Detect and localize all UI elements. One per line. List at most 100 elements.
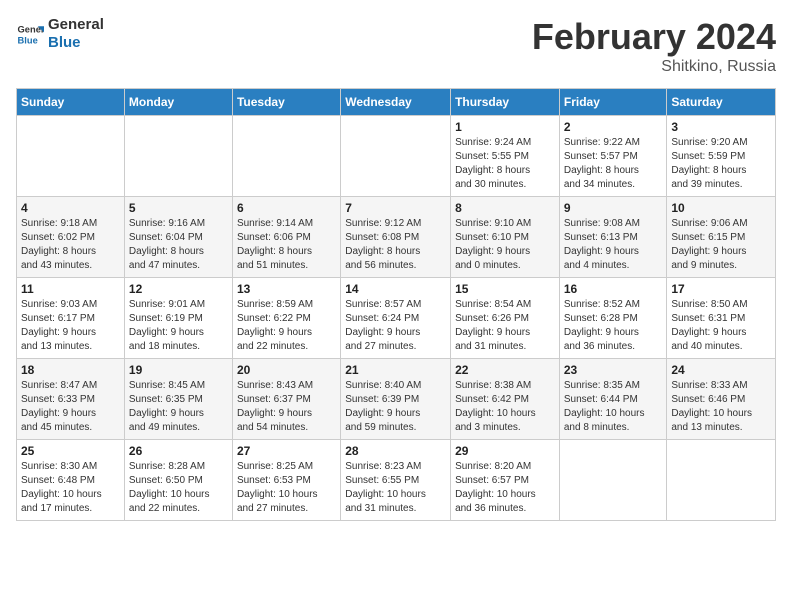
calendar-day-cell: 11 Sunrise: 9:03 AM Sunset: 6:17 PM Dayli… — [17, 278, 125, 359]
calendar-week-row: 18 Sunrise: 8:47 AM Sunset: 6:33 PM Dayli… — [17, 359, 776, 440]
empty-day-cell — [17, 116, 125, 197]
day-info: Sunrise: 8:33 AM Sunset: 6:46 PM Dayligh… — [671, 379, 771, 435]
day-number: 22 — [455, 363, 555, 377]
empty-day-cell — [124, 116, 232, 197]
day-number: 7 — [345, 201, 446, 215]
day-info: Sunrise: 8:35 AM Sunset: 6:44 PM Dayligh… — [564, 379, 663, 435]
day-number: 21 — [345, 363, 446, 377]
day-number: 6 — [237, 201, 336, 215]
calendar-day-cell: 26 Sunrise: 8:28 AM Sunset: 6:50 PM Dayli… — [124, 440, 232, 521]
month-year-title: February 2024 — [532, 16, 776, 58]
calendar-day-cell: 3 Sunrise: 9:20 AM Sunset: 5:59 PM Daylig… — [667, 116, 776, 197]
day-info: Sunrise: 9:18 AM Sunset: 6:02 PM Dayligh… — [21, 217, 120, 273]
day-number: 10 — [671, 201, 771, 215]
calendar-day-cell: 28Sunrise: 8:23 AM Sunset: 6:55 PM Dayli… — [341, 440, 451, 521]
day-number: 23 — [564, 363, 663, 377]
day-info: Sunrise: 8:45 AM Sunset: 6:35 PM Dayligh… — [129, 379, 228, 435]
day-number: 25 — [21, 444, 120, 458]
calendar-day-cell: 14 Sunrise: 8:57 AM Sunset: 6:24 PM Dayli… — [341, 278, 451, 359]
weekday-header-wednesday: Wednesday — [341, 89, 451, 116]
location-subtitle: Shitkino, Russia — [532, 58, 776, 76]
weekday-header-tuesday: Tuesday — [232, 89, 340, 116]
empty-day-cell — [667, 440, 776, 521]
calendar-day-cell: 4 Sunrise: 9:18 AM Sunset: 6:02 PM Daylig… — [17, 197, 125, 278]
weekday-header-sunday: Sunday — [17, 89, 125, 116]
day-number: 20 — [237, 363, 336, 377]
empty-day-cell — [232, 116, 340, 197]
calendar-day-cell: 15 Sunrise: 8:54 AM Sunset: 6:26 PM Dayli… — [451, 278, 560, 359]
day-number: 19 — [129, 363, 228, 377]
day-info: Sunrise: 8:57 AM Sunset: 6:24 PM Dayligh… — [345, 298, 446, 354]
day-info: Sunrise: 8:52 AM Sunset: 6:28 PM Dayligh… — [564, 298, 663, 354]
calendar-day-cell: 5Sunrise: 9:16 AM Sunset: 6:04 PM Daylig… — [124, 197, 232, 278]
calendar-day-cell: 1 Sunrise: 9:24 AM Sunset: 5:55 PM Daylig… — [451, 116, 560, 197]
calendar-day-cell: 10 Sunrise: 9:06 AM Sunset: 6:15 PM Dayli… — [667, 197, 776, 278]
day-info: Sunrise: 9:24 AM Sunset: 5:55 PM Dayligh… — [455, 136, 555, 192]
day-number: 18 — [21, 363, 120, 377]
calendar-week-row: 1 Sunrise: 9:24 AM Sunset: 5:55 PM Daylig… — [17, 116, 776, 197]
day-info: Sunrise: 9:14 AM Sunset: 6:06 PM Dayligh… — [237, 217, 336, 273]
day-info: Sunrise: 8:28 AM Sunset: 6:50 PM Dayligh… — [129, 460, 228, 516]
day-number: 8 — [455, 201, 555, 215]
day-info: Sunrise: 9:12 AM Sunset: 6:08 PM Dayligh… — [345, 217, 446, 273]
svg-text:General: General — [18, 24, 44, 34]
svg-text:Blue: Blue — [18, 35, 38, 45]
day-number: 1 — [455, 120, 555, 134]
day-info: Sunrise: 8:20 AM Sunset: 6:57 PM Dayligh… — [455, 460, 555, 516]
day-number: 16 — [564, 282, 663, 296]
calendar-day-cell: 25 Sunrise: 8:30 AM Sunset: 6:48 PM Dayli… — [17, 440, 125, 521]
weekday-header-thursday: Thursday — [451, 89, 560, 116]
day-info: Sunrise: 8:54 AM Sunset: 6:26 PM Dayligh… — [455, 298, 555, 354]
page-header: General Blue General Blue February 2024 … — [16, 16, 776, 76]
day-info: Sunrise: 8:40 AM Sunset: 6:39 PM Dayligh… — [345, 379, 446, 435]
day-number: 4 — [21, 201, 120, 215]
calendar-week-row: 4 Sunrise: 9:18 AM Sunset: 6:02 PM Daylig… — [17, 197, 776, 278]
weekday-header-saturday: Saturday — [667, 89, 776, 116]
day-number: 28 — [345, 444, 446, 458]
calendar-day-cell: 12 Sunrise: 9:01 AM Sunset: 6:19 PM Dayli… — [124, 278, 232, 359]
day-info: Sunrise: 8:50 AM Sunset: 6:31 PM Dayligh… — [671, 298, 771, 354]
day-info: Sunrise: 8:59 AM Sunset: 6:22 PM Dayligh… — [237, 298, 336, 354]
day-number: 5 — [129, 201, 228, 215]
day-number: 15 — [455, 282, 555, 296]
day-number: 17 — [671, 282, 771, 296]
calendar-day-cell: 17 Sunrise: 8:50 AM Sunset: 6:31 PM Dayli… — [667, 278, 776, 359]
day-info: Sunrise: 9:03 AM Sunset: 6:17 PM Dayligh… — [21, 298, 120, 354]
calendar-week-row: 25 Sunrise: 8:30 AM Sunset: 6:48 PM Dayli… — [17, 440, 776, 521]
day-info: Sunrise: 8:47 AM Sunset: 6:33 PM Dayligh… — [21, 379, 120, 435]
logo: General Blue General Blue — [16, 16, 104, 52]
weekday-header-friday: Friday — [559, 89, 667, 116]
calendar-day-cell: 21 Sunrise: 8:40 AM Sunset: 6:39 PM Dayli… — [341, 359, 451, 440]
day-info: Sunrise: 9:06 AM Sunset: 6:15 PM Dayligh… — [671, 217, 771, 273]
calendar-day-cell: 27Sunrise: 8:25 AM Sunset: 6:53 PM Dayli… — [232, 440, 340, 521]
calendar-day-cell: 2 Sunrise: 9:22 AM Sunset: 5:57 PM Daylig… — [559, 116, 667, 197]
day-info: Sunrise: 8:38 AM Sunset: 6:42 PM Dayligh… — [455, 379, 555, 435]
day-info: Sunrise: 9:22 AM Sunset: 5:57 PM Dayligh… — [564, 136, 663, 192]
calendar-week-row: 11 Sunrise: 9:03 AM Sunset: 6:17 PM Dayli… — [17, 278, 776, 359]
day-info: Sunrise: 8:30 AM Sunset: 6:48 PM Dayligh… — [21, 460, 120, 516]
day-number: 2 — [564, 120, 663, 134]
day-number: 3 — [671, 120, 771, 134]
day-number: 11 — [21, 282, 120, 296]
day-number: 14 — [345, 282, 446, 296]
calendar-day-cell: 23 Sunrise: 8:35 AM Sunset: 6:44 PM Dayli… — [559, 359, 667, 440]
day-number: 29 — [455, 444, 555, 458]
calendar-day-cell: 20Sunrise: 8:43 AM Sunset: 6:37 PM Dayli… — [232, 359, 340, 440]
day-number: 13 — [237, 282, 336, 296]
weekday-header-monday: Monday — [124, 89, 232, 116]
day-number: 24 — [671, 363, 771, 377]
calendar-day-cell: 18 Sunrise: 8:47 AM Sunset: 6:33 PM Dayli… — [17, 359, 125, 440]
calendar-day-cell: 29 Sunrise: 8:20 AM Sunset: 6:57 PM Dayli… — [451, 440, 560, 521]
weekday-header-row: SundayMondayTuesdayWednesdayThursdayFrid… — [17, 89, 776, 116]
calendar-day-cell: 19 Sunrise: 8:45 AM Sunset: 6:35 PM Dayli… — [124, 359, 232, 440]
title-block: February 2024 Shitkino, Russia — [532, 16, 776, 76]
calendar-day-cell: 6 Sunrise: 9:14 AM Sunset: 6:06 PM Daylig… — [232, 197, 340, 278]
day-info: Sunrise: 9:10 AM Sunset: 6:10 PM Dayligh… — [455, 217, 555, 273]
day-number: 26 — [129, 444, 228, 458]
day-info: Sunrise: 9:01 AM Sunset: 6:19 PM Dayligh… — [129, 298, 228, 354]
day-number: 12 — [129, 282, 228, 296]
calendar-table: SundayMondayTuesdayWednesdayThursdayFrid… — [16, 88, 776, 521]
day-info: Sunrise: 9:20 AM Sunset: 5:59 PM Dayligh… — [671, 136, 771, 192]
calendar-day-cell: 9Sunrise: 9:08 AM Sunset: 6:13 PM Daylig… — [559, 197, 667, 278]
calendar-day-cell: 7 Sunrise: 9:12 AM Sunset: 6:08 PM Daylig… — [341, 197, 451, 278]
